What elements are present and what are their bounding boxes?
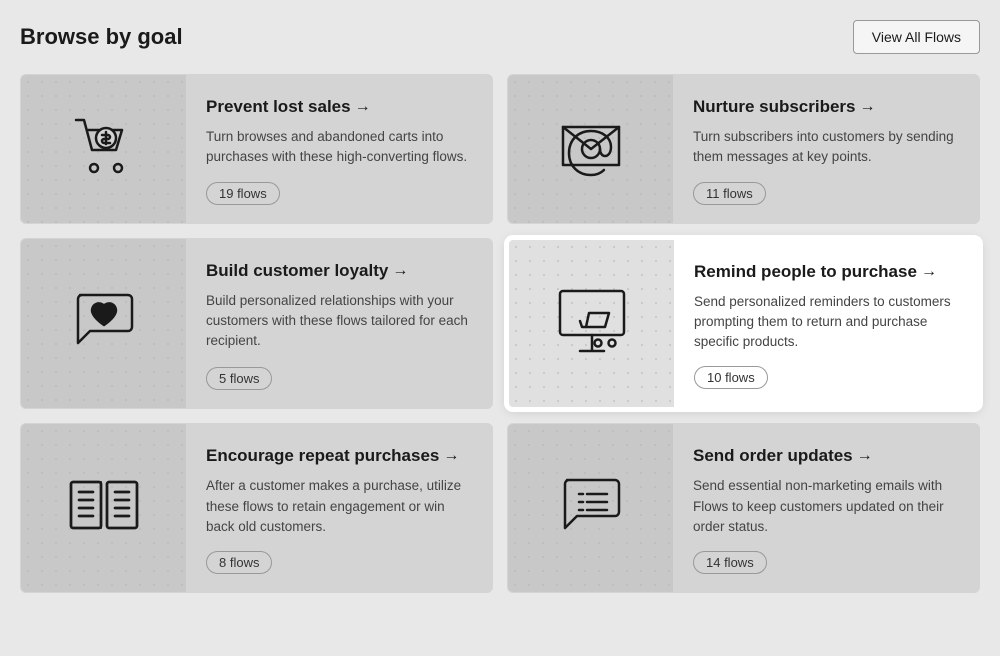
card-body: Encourage repeat purchases → After a cus…	[186, 424, 492, 592]
cart-dollar-icon	[68, 110, 140, 187]
flow-count-badge: 8 flows	[206, 551, 272, 574]
goal-card-build-customer-loyalty[interactable]: Build customer loyalty → Build personali…	[20, 238, 493, 410]
monitor-cart-icon	[552, 283, 632, 364]
card-description: Turn subscribers into customers by sendi…	[693, 127, 959, 168]
goal-card-remind-people[interactable]: Remind people to purchase → Send persona…	[507, 238, 980, 410]
card-arrow-icon: →	[443, 447, 459, 465]
card-icon-area	[21, 239, 186, 409]
card-title: Nurture subscribers →	[693, 97, 959, 117]
card-description: Turn browses and abandoned carts into pu…	[206, 127, 472, 168]
card-arrow-icon: →	[860, 98, 876, 116]
card-description: Send essential non-marketing emails with…	[693, 476, 959, 537]
flow-count-badge: 19 flows	[206, 182, 280, 205]
card-icon-area	[21, 424, 186, 592]
card-body: Prevent lost sales → Turn browses and ab…	[186, 75, 492, 223]
card-icon-area	[509, 240, 674, 408]
card-body: Send order updates → Send essential non-…	[673, 424, 979, 592]
flow-count-badge: 5 flows	[206, 367, 272, 390]
card-icon-area	[21, 75, 186, 223]
card-description: Send personalized reminders to customers…	[694, 292, 958, 353]
card-description: After a customer makes a purchase, utili…	[206, 476, 472, 537]
view-all-flows-button[interactable]: View All Flows	[853, 20, 980, 54]
card-icon-area	[508, 424, 673, 592]
card-body: Build customer loyalty → Build personali…	[186, 239, 492, 409]
goal-card-prevent-lost-sales[interactable]: Prevent lost sales → Turn browses and ab…	[20, 74, 493, 224]
card-arrow-icon: →	[392, 262, 408, 280]
open-book-icon	[67, 476, 141, 541]
heart-speech-icon	[70, 287, 138, 360]
goals-grid: Prevent lost sales → Turn browses and ab…	[20, 74, 980, 593]
envelope-at-icon	[555, 113, 627, 184]
card-title: Send order updates →	[693, 446, 959, 466]
card-description: Build personalized relationships with yo…	[206, 291, 472, 352]
goal-card-nurture-subscribers[interactable]: Nurture subscribers → Turn subscribers i…	[507, 74, 980, 224]
card-body: Nurture subscribers → Turn subscribers i…	[673, 75, 979, 223]
flow-count-badge: 10 flows	[694, 366, 768, 389]
card-title: Prevent lost sales →	[206, 97, 472, 117]
card-arrow-icon: →	[857, 447, 873, 465]
card-arrow-icon: →	[921, 263, 937, 281]
card-icon-area	[508, 75, 673, 223]
card-title: Remind people to purchase →	[694, 262, 958, 282]
page-title: Browse by goal	[20, 24, 183, 50]
card-title: Encourage repeat purchases →	[206, 446, 472, 466]
goal-card-encourage-repeat[interactable]: Encourage repeat purchases → After a cus…	[20, 423, 493, 593]
card-title: Build customer loyalty →	[206, 261, 472, 281]
list-speech-icon	[557, 472, 625, 545]
goal-card-send-order-updates[interactable]: Send order updates → Send essential non-…	[507, 423, 980, 593]
card-body: Remind people to purchase → Send persona…	[674, 240, 978, 408]
flow-count-badge: 14 flows	[693, 551, 767, 574]
card-arrow-icon: →	[355, 98, 371, 116]
flow-count-badge: 11 flows	[693, 182, 766, 205]
